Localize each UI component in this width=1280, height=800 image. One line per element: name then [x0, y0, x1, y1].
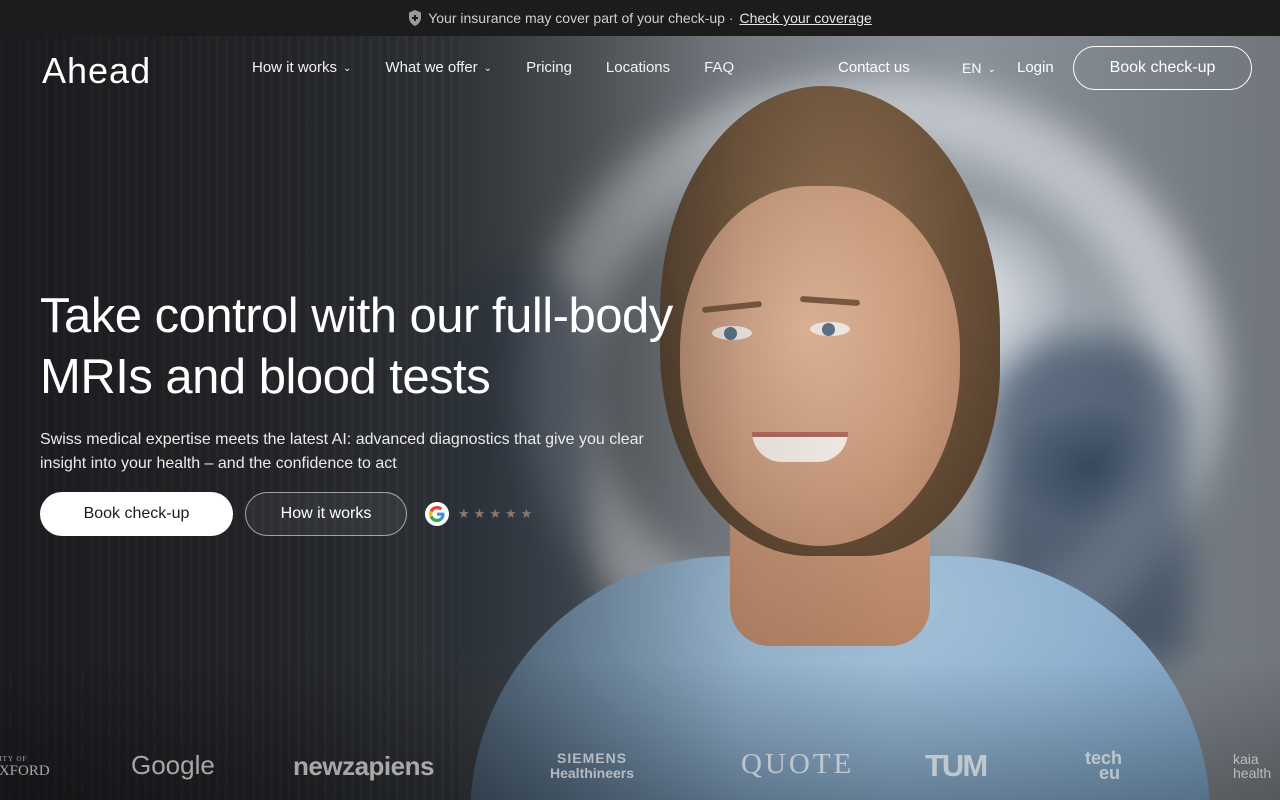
google-icon: [425, 502, 449, 526]
language-label: EN: [962, 60, 982, 76]
kaia-logo-line1: kaia: [1233, 751, 1259, 767]
how-it-works-button[interactable]: How it works: [245, 492, 407, 536]
hero-actions: Book check-up How it works ★ ★ ★ ★ ★: [40, 492, 532, 536]
contact-us-link[interactable]: Contact us: [838, 59, 910, 76]
star-icon: ★: [504, 506, 517, 521]
nav-how-it-works[interactable]: How it works ⌄: [252, 59, 351, 76]
book-checkup-button[interactable]: Book check-up: [40, 492, 233, 536]
star-icon: ★: [520, 506, 533, 521]
siemens-logo-line2: Healthineers: [550, 765, 635, 781]
ahead-logo[interactable]: Ahead: [42, 50, 151, 92]
oxford-logo: UNIVERSITY OF OXFORD: [0, 753, 50, 779]
hero-content: Take control with our full-body MRIs and…: [40, 286, 680, 476]
chevron-down-icon: ⌄: [343, 63, 352, 74]
chevron-down-icon: ⌄: [987, 63, 996, 75]
partner-logos-strip: UNIVERSITY OF OXFORD Google newzapiens S…: [0, 745, 1280, 790]
newzapiens-logo: newzapiens: [293, 751, 434, 781]
star-icon: ★: [473, 506, 486, 521]
tech-eu-logo: tech eu: [1085, 749, 1122, 783]
check-coverage-link[interactable]: Check your coverage: [740, 10, 872, 26]
nav-label: How it works: [252, 59, 338, 76]
nav-locations[interactable]: Locations: [606, 59, 670, 76]
nav-pricing[interactable]: Pricing: [526, 59, 572, 76]
nav-what-we-offer[interactable]: What we offer ⌄: [385, 59, 492, 76]
siemens-logo-line1: SIEMENS: [557, 750, 628, 766]
kaia-health-logo: kaia health: [1233, 752, 1271, 780]
chevron-down-icon: ⌄: [483, 63, 493, 74]
main-nav: How it works ⌄ What we offer ⌄ Pricing Loc…: [252, 59, 734, 76]
book-checkup-header-button[interactable]: Book check-up: [1073, 46, 1252, 90]
star-icon: ★: [458, 506, 470, 521]
announcement-bar: Your insurance may cover part of your ch…: [0, 0, 1280, 36]
site-header: Ahead How it works ⌄ What we offer ⌄ Prici…: [0, 36, 1280, 100]
nav-faq[interactable]: FAQ: [704, 59, 734, 76]
hero-headline: Take control with our full-body MRIs and…: [40, 289, 673, 404]
shield-icon: [409, 10, 422, 26]
language-selector[interactable]: EN ⌄: [962, 60, 996, 76]
star-rating: ★ ★ ★ ★ ★: [458, 506, 532, 522]
nav-label: What we offer: [385, 59, 478, 76]
google-logo: Google: [131, 750, 215, 780]
google-rating[interactable]: ★ ★ ★ ★ ★: [425, 502, 532, 526]
kaia-logo-line2: health: [1233, 765, 1272, 781]
oxford-logo-line2: OXFORD: [0, 763, 50, 779]
siemens-healthineers-logo: SIEMENS Healthineers: [550, 751, 634, 781]
login-link[interactable]: Login: [1017, 59, 1054, 76]
hero-subtitle: Swiss medical expertise meets the latest…: [40, 431, 644, 472]
quote-logo: QUOTE: [741, 748, 855, 780]
tum-logo: TUM: [925, 748, 988, 783]
star-icon: ★: [489, 506, 501, 521]
announcement-text: Your insurance may cover part of your ch…: [428, 10, 734, 26]
techeu-logo-line2: eu: [1099, 763, 1121, 783]
